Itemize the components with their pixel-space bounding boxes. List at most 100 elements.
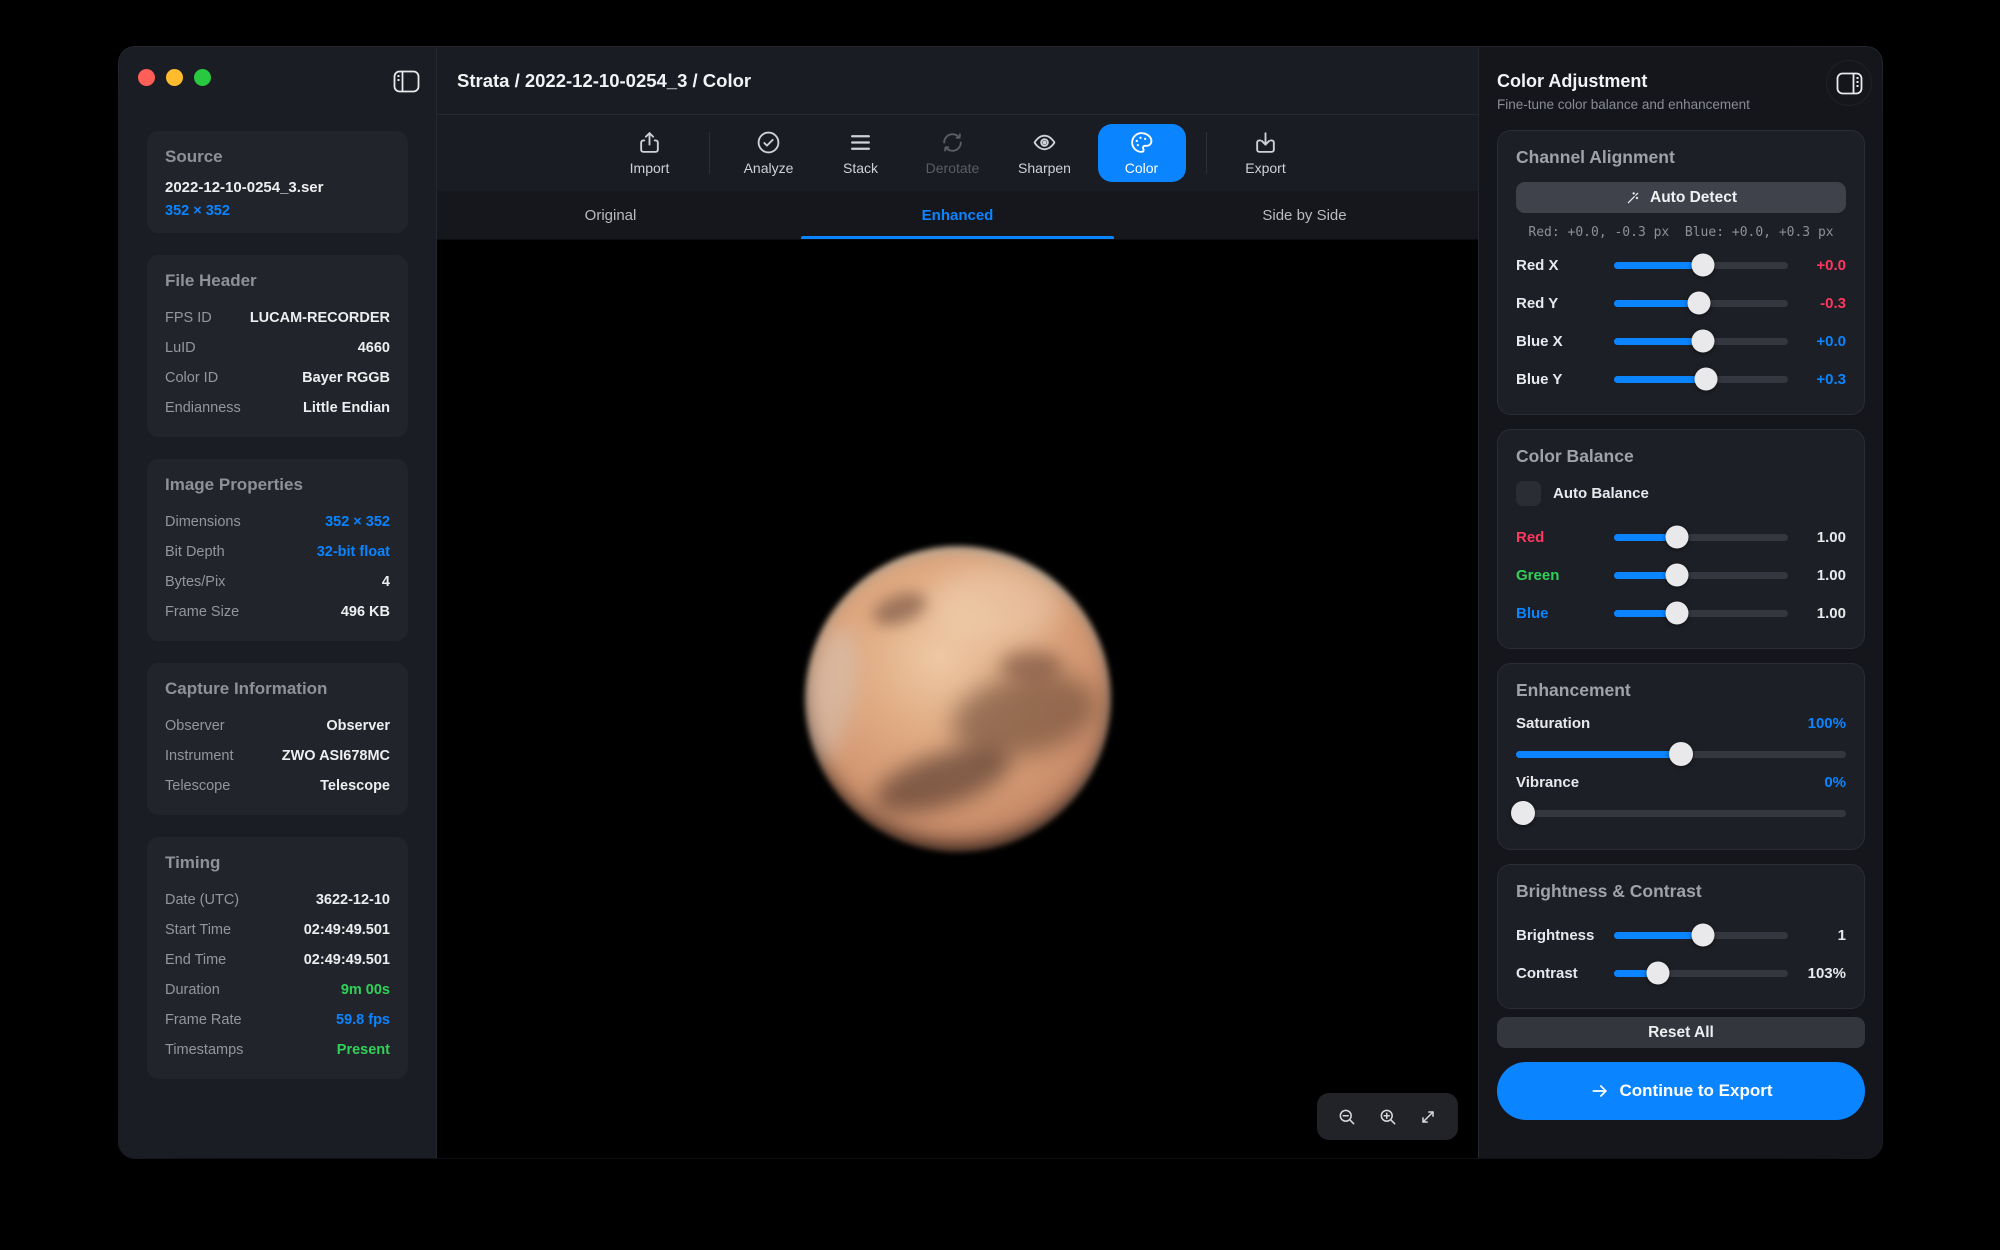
zoom-window-button[interactable]	[194, 69, 211, 86]
right-sidebar-toggle-button[interactable]	[1826, 60, 1872, 106]
tab-enhanced[interactable]: Enhanced	[784, 191, 1131, 239]
table-row: Color IDBayer RGGB	[165, 363, 390, 393]
close-window-button[interactable]	[138, 69, 155, 86]
panel-subtitle: Fine-tune color balance and enhancement	[1497, 97, 1865, 112]
zoom-controls	[1317, 1093, 1458, 1140]
slider-thumb[interactable]	[1646, 962, 1669, 985]
auto-detect-button[interactable]: Auto Detect	[1516, 182, 1846, 213]
channel-alignment-card: Channel Alignment Auto Detect Red: +0.0,…	[1497, 130, 1865, 415]
tab-side-by-side[interactable]: Side by Side	[1131, 191, 1478, 239]
color-button[interactable]: Color	[1098, 124, 1186, 182]
saturation-slider[interactable]	[1516, 742, 1846, 766]
slider-value: 0%	[1824, 774, 1846, 791]
row-value: 3622-12-10	[316, 892, 390, 908]
row-label: Bit Depth	[165, 544, 225, 560]
row-label: Frame Size	[165, 604, 239, 620]
sharpen-eye-icon	[1032, 130, 1057, 155]
slider-label: Contrast	[1516, 965, 1602, 982]
slider-thumb[interactable]	[1691, 330, 1714, 353]
auto-balance-checkbox[interactable]	[1516, 481, 1541, 506]
blue-balance-slider[interactable]	[1614, 602, 1788, 624]
row-value: LUCAM-RECORDER	[250, 310, 390, 326]
continue-to-export-button[interactable]: Continue to Export	[1497, 1062, 1865, 1120]
blue-y-slider[interactable]	[1614, 368, 1788, 390]
slider-thumb[interactable]	[1688, 292, 1711, 315]
source-filename: 2022-12-10-0254_3.ser	[165, 179, 390, 196]
file-header-title: File Header	[165, 271, 390, 291]
brightness-slider[interactable]	[1614, 924, 1788, 946]
analyze-icon	[756, 130, 781, 155]
table-row: Date (UTC)3622-12-10	[165, 885, 390, 915]
capture-information-title: Capture Information	[165, 679, 390, 699]
enhancement-card: Enhancement Saturation 100% Vibrance 0%	[1497, 663, 1865, 850]
color-palette-icon	[1129, 130, 1154, 155]
red-y-slider[interactable]	[1614, 292, 1788, 314]
slider-value: +0.0	[1800, 257, 1846, 274]
import-button[interactable]: Import	[611, 124, 689, 182]
red-y-row: Red Y -0.3	[1516, 284, 1846, 322]
toolbar: Import Analyze Stack Derotate Sharpen	[437, 115, 1478, 191]
source-dimensions: 352 × 352	[165, 203, 390, 219]
vibrance-slider[interactable]	[1516, 801, 1846, 825]
row-label: Frame Rate	[165, 1012, 242, 1028]
reset-all-button[interactable]: Reset All	[1497, 1017, 1865, 1048]
brightness-contrast-card: Brightness & Contrast Brightness 1 Contr…	[1497, 864, 1865, 1009]
tab-original[interactable]: Original	[437, 191, 784, 239]
active-tab-underline	[801, 236, 1113, 239]
tool-label: Derotate	[926, 160, 980, 176]
row-value: 4660	[358, 340, 390, 356]
breadcrumb: Strata / 2022-12-10-0254_3 / Color	[457, 70, 751, 92]
row-label: FPS ID	[165, 310, 212, 326]
green-balance-slider[interactable]	[1614, 564, 1788, 586]
tool-label: Export	[1245, 160, 1285, 176]
slider-thumb[interactable]	[1511, 801, 1535, 825]
table-row: ObserverObserver	[165, 711, 390, 741]
table-row: Frame Rate59.8 fps	[165, 1005, 390, 1035]
slider-thumb[interactable]	[1669, 742, 1693, 766]
export-button[interactable]: Export	[1227, 124, 1305, 182]
slider-thumb[interactable]	[1665, 602, 1688, 625]
left-sidebar-toggle-button[interactable]	[384, 59, 428, 103]
continue-label: Continue to Export	[1620, 1081, 1773, 1101]
fit-to-view-icon[interactable]	[1418, 1107, 1438, 1127]
sidebar: Source 2022-12-10-0254_3.ser 352 × 352 F…	[119, 47, 437, 1158]
slider-thumb[interactable]	[1665, 526, 1688, 549]
tool-label: Sharpen	[1018, 160, 1071, 176]
auto-balance-row: Auto Balance	[1516, 481, 1846, 506]
red-balance-slider[interactable]	[1614, 526, 1788, 548]
stack-icon	[848, 130, 873, 155]
sharpen-button[interactable]: Sharpen	[1006, 124, 1084, 182]
row-label: Bytes/Pix	[165, 574, 225, 590]
row-label: Color ID	[165, 370, 218, 386]
table-row: Duration9m 00s	[165, 975, 390, 1005]
row-label: Observer	[165, 718, 225, 734]
blue-x-slider[interactable]	[1614, 330, 1788, 352]
image-canvas[interactable]	[437, 240, 1478, 1158]
slider-thumb[interactable]	[1695, 368, 1718, 391]
sidebar-right-icon	[1836, 72, 1863, 95]
saturation-header: Saturation 100%	[1516, 715, 1846, 732]
slider-thumb[interactable]	[1691, 924, 1714, 947]
zoom-out-icon[interactable]	[1337, 1107, 1357, 1127]
zoom-in-icon[interactable]	[1378, 1107, 1398, 1127]
contrast-slider[interactable]	[1614, 962, 1788, 984]
mars-image	[805, 546, 1111, 852]
slider-value: 1.00	[1800, 567, 1846, 584]
app-window: Source 2022-12-10-0254_3.ser 352 × 352 F…	[119, 47, 1882, 1158]
slider-value: +0.0	[1800, 333, 1846, 350]
slider-value: 103%	[1800, 965, 1846, 982]
stack-button[interactable]: Stack	[822, 124, 900, 182]
red-balance-row: Red 1.00	[1516, 518, 1846, 556]
tab-label: Enhanced	[922, 207, 994, 224]
slider-thumb[interactable]	[1665, 564, 1688, 587]
source-card: Source 2022-12-10-0254_3.ser 352 × 352	[147, 131, 408, 233]
slider-value: +0.3	[1800, 371, 1846, 388]
analyze-button[interactable]: Analyze	[730, 124, 808, 182]
minimize-window-button[interactable]	[166, 69, 183, 86]
derotate-button[interactable]: Derotate	[914, 124, 992, 182]
row-label: Dimensions	[165, 514, 241, 530]
slider-label: Brightness	[1516, 927, 1602, 944]
red-x-slider[interactable]	[1614, 254, 1788, 276]
row-value: 4	[382, 574, 390, 590]
slider-thumb[interactable]	[1691, 254, 1714, 277]
